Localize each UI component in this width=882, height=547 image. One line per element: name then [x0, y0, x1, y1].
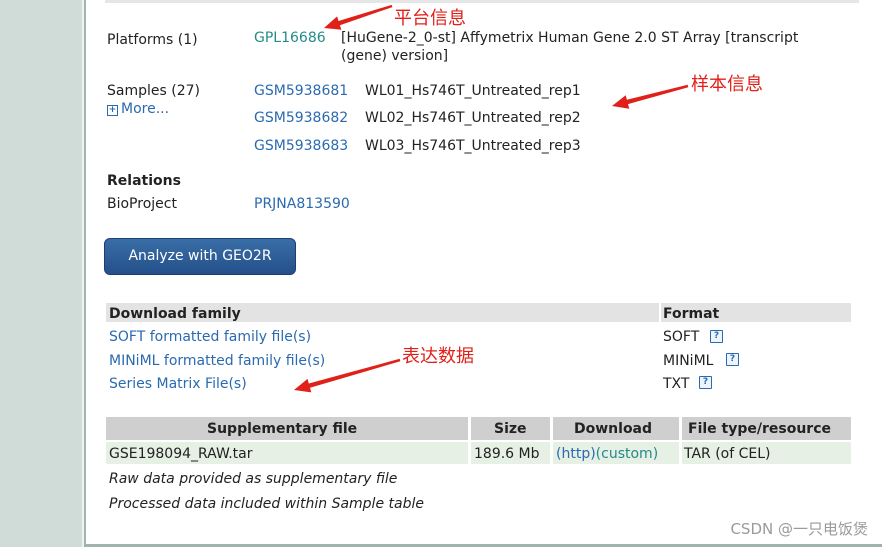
samples-arrow — [612, 84, 689, 109]
expression-arrow — [294, 358, 401, 393]
csdn-watermark: CSDN @一只电饭煲 — [730, 520, 868, 538]
samples-annotation: 样本信息 — [691, 74, 763, 95]
expression-annotation: 表达数据 — [402, 346, 474, 367]
platform-arrow — [324, 4, 393, 30]
platform-annotation: 平台信息 — [394, 8, 466, 29]
